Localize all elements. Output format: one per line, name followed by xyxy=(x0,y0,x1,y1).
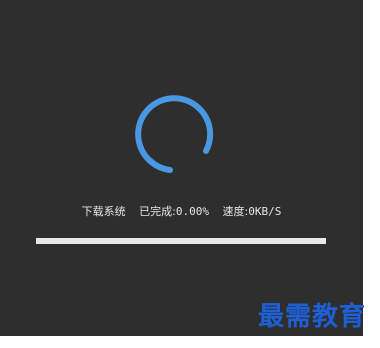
spinner-arc-tail xyxy=(147,157,173,173)
completed-label: 已完成: xyxy=(139,205,176,218)
download-dialog: 下载系统 已完成:0.00% 速度:0KB/S xyxy=(0,0,363,336)
download-status: 下载系统 已完成:0.00% 速度:0KB/S xyxy=(0,203,363,219)
speed-label: 速度: xyxy=(222,205,249,218)
completed-value: 0.00% xyxy=(175,205,209,218)
dialog-title: 下载系统 xyxy=(81,205,126,218)
completed-status: 已完成:0.00% xyxy=(139,205,209,218)
speed-status: 速度:0KB/S xyxy=(223,205,282,218)
watermark-logo: 最需教育 xyxy=(258,302,367,332)
speed-value: 0KB/S xyxy=(248,205,282,218)
loading-spinner-icon xyxy=(135,95,214,173)
progress-bar xyxy=(36,238,326,244)
